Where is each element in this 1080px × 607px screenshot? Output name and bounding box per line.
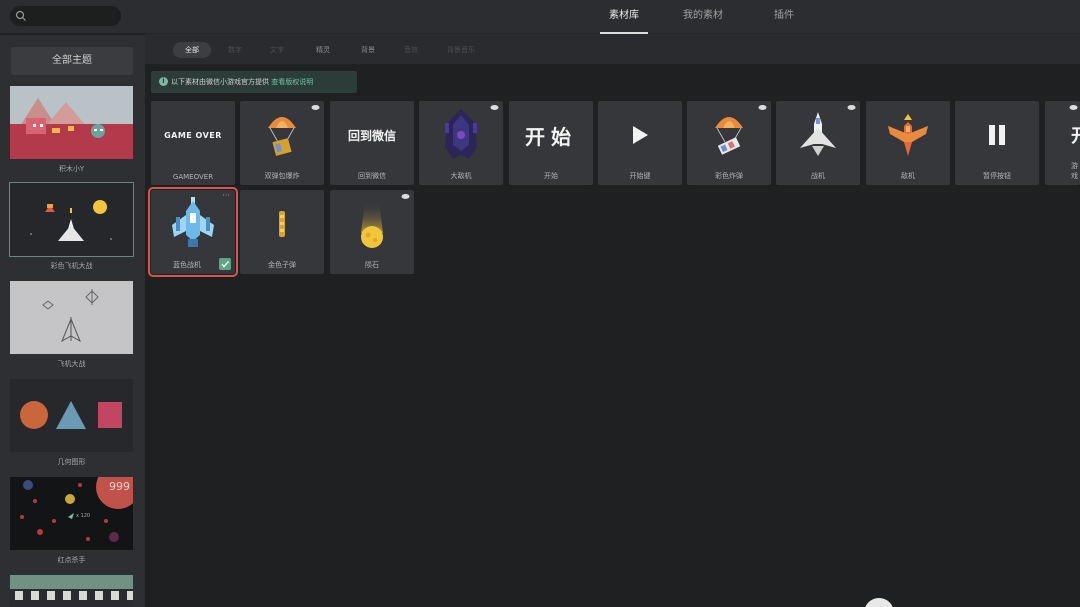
big-enemy-plane-icon: [419, 101, 503, 169]
card-label: GAMEOVER: [172, 173, 214, 181]
material-card[interactable]: 金色子弹: [240, 190, 324, 274]
gameover-text-icon: GAME OVER: [164, 130, 222, 140]
category-bgm[interactable]: 背景音乐: [441, 42, 481, 58]
multiplier-text: x 120: [76, 513, 91, 519]
block-y-scene-icon: [10, 86, 133, 159]
tab-plugins[interactable]: 插件: [764, 0, 804, 34]
card-label: 战机: [811, 172, 825, 180]
keyboard-scene-icon: [10, 575, 133, 607]
card-label: 双弹包爆炸: [264, 172, 300, 180]
gold-bullet-icon: [240, 190, 324, 258]
theme-label: 几何图形: [57, 458, 86, 466]
material-card[interactable]: 大敌机: [419, 101, 503, 185]
pause-button-icon: [955, 101, 1039, 169]
enemy-plane-icon: [866, 101, 950, 169]
category-backgrounds[interactable]: 背景: [356, 42, 380, 58]
theme-sidebar: 全部主题 积木小Y 彩色飞机大战 飞机大战 几何图形 999 x 120 红点杀…: [0, 35, 145, 607]
material-card[interactable]: 双弹包爆炸: [240, 101, 324, 185]
theme-item[interactable]: 积木小Y: [10, 86, 133, 174]
material-card[interactable]: 彩色炸弹: [687, 101, 771, 185]
category-numbers[interactable]: 数字: [223, 42, 247, 58]
theme-item[interactable]: 几何图形: [10, 379, 133, 467]
copyright-link[interactable]: 查看版权说明: [271, 78, 313, 86]
copyright-notice: i 以下素材由微信小游戏官方提供 查看版权说明: [151, 71, 357, 93]
category-all[interactable]: 全部: [173, 42, 211, 58]
material-card[interactable]: 回到微信 回到微信: [330, 101, 414, 185]
card-label: 大敌机: [450, 172, 472, 180]
score-counter: 999: [109, 480, 130, 493]
category-bar: 全部 数字 文字 精灵 背景 音效 背景音乐: [145, 34, 1080, 64]
tab-my-materials[interactable]: 我的素材: [678, 0, 728, 34]
card-label: 蓝色战机: [173, 261, 201, 269]
top-bar: 素材库 我的素材 插件: [0, 0, 1080, 34]
theme-thumbnail: 999 x 120: [10, 477, 133, 550]
material-card-partial[interactable]: 开 游戏: [1045, 101, 1080, 185]
category-sound-effects[interactable]: 音效: [399, 42, 423, 58]
card-label: 彩色炸弹: [715, 172, 743, 180]
card-label: 开始键: [629, 172, 651, 180]
material-card[interactable]: 开始 开始: [509, 101, 593, 185]
material-card[interactable]: 暂停按钮: [955, 101, 1039, 185]
theme-label: 彩色飞机大战: [50, 262, 93, 270]
category-text[interactable]: 文字: [265, 42, 289, 58]
start-text-icon: 开始: [525, 124, 577, 149]
theme-label: 飞机大战: [57, 360, 86, 368]
geometric-shapes-scene-icon: [20, 401, 122, 429]
partial-text-icon: 开: [1045, 101, 1080, 169]
search-input[interactable]: [10, 6, 121, 26]
card-label: 回到微信: [358, 172, 386, 180]
theme-thumbnail: [9, 182, 134, 257]
search-icon: [15, 10, 26, 21]
card-label: 暂停按钮: [983, 172, 1011, 180]
theme-thumbnail: [10, 575, 133, 607]
theme-item[interactable]: 飞机大战: [10, 281, 133, 369]
tab-material-library[interactable]: 素材库: [600, 0, 648, 34]
card-label: 敌机: [901, 172, 915, 180]
theme-thumbnail: [10, 281, 133, 354]
material-card-selected[interactable]: ··· 蓝色战机: [148, 187, 238, 277]
theme-label: 积木小Y: [58, 165, 85, 173]
blue-fighter-icon: [151, 190, 235, 258]
colored-plane-scene-icon: [10, 183, 133, 256]
parachute-bomb-icon: [687, 101, 771, 169]
theme-thumbnail: [10, 379, 133, 452]
theme-thumbnail: [10, 86, 133, 159]
theme-item[interactable]: [10, 575, 133, 607]
category-sprites[interactable]: 精灵: [311, 42, 335, 58]
theme-label: 红点杀手: [57, 556, 86, 564]
card-label: 游戏: [1071, 162, 1078, 180]
material-card[interactable]: 开始键: [598, 101, 682, 185]
card-label: 陨石: [365, 261, 379, 269]
back-to-wechat-text-icon: 回到微信: [347, 128, 396, 143]
notice-text: 以下素材由微信小游戏官方提供: [171, 78, 269, 86]
plane-battle-scene-icon: [10, 281, 133, 354]
material-card[interactable]: 敌机: [866, 101, 950, 185]
material-card[interactable]: 陨石: [330, 190, 414, 274]
theme-item[interactable]: 999 x 120 红点杀手: [10, 477, 133, 565]
material-card[interactable]: 战机: [776, 101, 860, 185]
card-label: 开始: [544, 172, 558, 180]
parachute-package-icon: [240, 101, 324, 169]
play-button-icon: [598, 101, 682, 169]
card-label: 金色子弹: [268, 261, 296, 269]
fighter-plane-icon: [776, 101, 860, 169]
material-card[interactable]: GAME OVER GAMEOVER: [151, 101, 235, 185]
meteor-icon: [330, 190, 414, 258]
check-icon: [219, 258, 231, 270]
info-icon: i: [159, 77, 168, 86]
all-themes-button[interactable]: 全部主题: [11, 47, 133, 75]
theme-item-selected[interactable]: 彩色飞机大战: [9, 182, 134, 271]
